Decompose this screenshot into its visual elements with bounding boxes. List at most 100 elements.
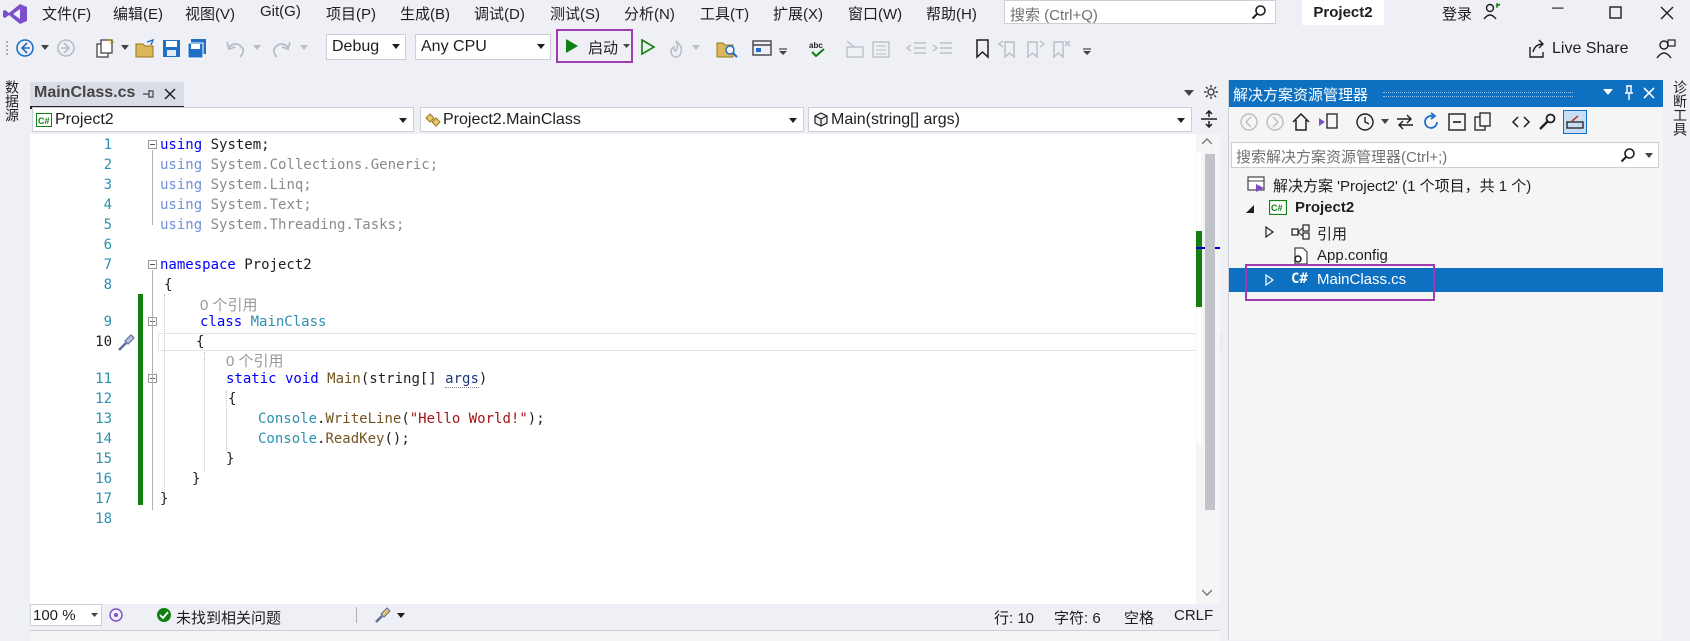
menu-edit[interactable]: 编辑(E) — [113, 3, 163, 24]
refresh-icon[interactable] — [1421, 112, 1441, 132]
cleanup-dropdown-icon[interactable] — [397, 613, 405, 619]
bookmark-icon[interactable] — [972, 39, 994, 59]
pin-icon[interactable] — [142, 88, 154, 100]
increase-indent-icon[interactable] — [932, 39, 954, 59]
intellicode-icon[interactable] — [108, 607, 124, 623]
collapse-toggle[interactable] — [148, 140, 157, 149]
menu-tools[interactable]: 工具(T) — [700, 3, 749, 24]
new-item-dropdown-icon[interactable] — [121, 45, 129, 51]
tree-item-project[interactable]: C# Project2 — [1229, 196, 1663, 220]
properties-wrench-icon[interactable] — [1537, 112, 1557, 132]
char-indicator[interactable]: 字符: 6 — [1054, 607, 1101, 628]
open-file-icon[interactable] — [135, 39, 157, 59]
undo-dropdown-icon[interactable] — [253, 45, 261, 51]
settings-gear-icon[interactable] — [1203, 84, 1219, 100]
solution-platform-dropdown[interactable]: Any CPU — [415, 34, 551, 60]
hot-reload-dropdown-icon[interactable] — [692, 45, 700, 51]
menu-build[interactable]: 生成(B) — [400, 3, 450, 24]
class-nav-dropdown[interactable]: Project2.MainClass — [420, 107, 804, 132]
code-editor[interactable]: 1 2 3 4 5 6 7 8 9 10 11 12 13 14 15 16 1… — [30, 134, 1222, 604]
menu-view[interactable]: 视图(V) — [185, 3, 235, 24]
zoom-dropdown[interactable]: 100 % — [30, 604, 102, 626]
close-tab-icon[interactable] — [164, 88, 176, 100]
menu-file[interactable]: 文件(F) — [42, 3, 91, 24]
member-nav-dropdown[interactable]: Main(string[] args) — [808, 107, 1192, 132]
tab-mainclass[interactable]: MainClass.cs — [30, 82, 184, 109]
maximize-button[interactable] — [1609, 6, 1623, 20]
menu-debug[interactable]: 调试(D) — [474, 3, 525, 24]
expanded-arrow-icon[interactable] — [1245, 205, 1255, 213]
window-position-dropdown-icon[interactable] — [1603, 89, 1613, 96]
account-icon[interactable] — [1482, 3, 1502, 21]
menu-analyze[interactable]: 分析(N) — [624, 3, 675, 24]
back-dropdown-icon[interactable] — [41, 45, 49, 51]
tab-list-dropdown-icon[interactable] — [1183, 89, 1195, 97]
reference-count-link[interactable]: 0 个引用 — [200, 294, 258, 315]
split-editor-icon[interactable] — [1200, 110, 1218, 128]
redo-dropdown-icon[interactable] — [300, 45, 308, 51]
decrease-indent-icon[interactable] — [906, 39, 928, 59]
quick-actions-brush-icon[interactable] — [116, 333, 136, 353]
filter-dropdown-icon[interactable] — [1381, 119, 1389, 125]
whitespace-indicator[interactable]: 空格 — [1124, 607, 1154, 628]
menu-help[interactable]: 帮助(H) — [926, 3, 977, 24]
switch-views-icon[interactable] — [1317, 112, 1339, 132]
spell-check-icon[interactable]: abc — [808, 39, 830, 59]
search-options-dropdown-icon[interactable] — [1645, 153, 1653, 159]
navigate-back-icon[interactable] — [14, 37, 36, 59]
solution-search-input[interactable]: 搜索解决方案资源管理器(Ctrl+;) — [1231, 142, 1659, 168]
preview-selected-items-button[interactable] — [1563, 110, 1587, 134]
project-nav-dropdown[interactable]: C# Project2 — [32, 107, 414, 132]
visual-studio-logo[interactable] — [2, 3, 28, 25]
collapse-all-icon[interactable] — [1447, 112, 1467, 132]
tree-item-references[interactable]: 引用 — [1229, 220, 1663, 244]
issues-status[interactable]: 未找到相关问题 — [176, 607, 281, 628]
forward-icon[interactable] — [1265, 112, 1285, 132]
start-debugging-button[interactable]: 启动 — [556, 29, 633, 63]
scroll-up-icon[interactable] — [1202, 138, 1212, 145]
quick-search-input[interactable]: 搜索 (Ctrl+Q) — [1004, 0, 1276, 24]
sync-with-document-icon[interactable] — [1395, 112, 1415, 132]
feedback-icon[interactable] — [1655, 38, 1677, 60]
menu-extensions[interactable]: 扩展(X) — [773, 3, 823, 24]
collapse-toggle[interactable] — [148, 260, 157, 269]
navigate-forward-icon[interactable] — [55, 37, 77, 59]
close-window-button[interactable] — [1660, 6, 1674, 20]
scroll-down-icon[interactable] — [1202, 589, 1212, 596]
vertical-scrollbar[interactable] — [1196, 134, 1220, 604]
reference-count-link[interactable]: 0 个引用 — [226, 350, 284, 371]
browser-link-icon[interactable] — [752, 39, 774, 59]
redo-icon[interactable] — [270, 39, 292, 59]
hot-reload-icon[interactable] — [666, 39, 688, 59]
view-code-icon[interactable] — [1511, 112, 1531, 132]
live-share-button[interactable]: Live Share — [1552, 40, 1629, 58]
menu-git[interactable]: Git(G) — [260, 3, 301, 20]
save-icon[interactable] — [161, 39, 183, 59]
solution-configuration-dropdown[interactable]: Debug — [326, 34, 406, 60]
find-in-files-icon[interactable] — [716, 39, 738, 59]
toolbar-overflow-icon[interactable] — [1083, 48, 1093, 56]
close-panel-icon[interactable] — [1643, 87, 1655, 99]
start-without-debugging-icon[interactable] — [640, 38, 656, 56]
next-bookmark-icon[interactable] — [1024, 39, 1046, 59]
previous-bookmark-icon[interactable] — [998, 39, 1020, 59]
show-all-files-icon[interactable] — [1473, 112, 1493, 132]
save-all-icon[interactable] — [187, 39, 209, 59]
menu-test[interactable]: 测试(S) — [550, 3, 600, 24]
back-icon[interactable] — [1239, 112, 1259, 132]
menu-window[interactable]: 窗口(W) — [848, 3, 902, 24]
scrollbar-thumb[interactable] — [1205, 154, 1215, 510]
live-share-icon[interactable] — [1527, 39, 1547, 59]
home-icon[interactable] — [1291, 112, 1311, 132]
comment-out-icon[interactable] — [844, 39, 866, 59]
clear-bookmarks-icon[interactable] — [1050, 39, 1072, 59]
minimize-button[interactable]: ─ — [1552, 0, 1563, 18]
data-sources-tab[interactable]: 数据源 — [2, 80, 22, 122]
login-link[interactable]: 登录 — [1442, 3, 1472, 24]
toolbar-options-icon[interactable] — [779, 48, 789, 56]
new-project-icon[interactable] — [94, 39, 116, 59]
undo-icon[interactable] — [225, 39, 247, 59]
code-cleanup-brush-icon[interactable] — [374, 606, 392, 624]
tree-item-solution[interactable]: 解决方案 'Project2' (1 个项目，共 1 个) — [1229, 172, 1663, 196]
auto-hide-pin-icon[interactable] — [1623, 85, 1635, 101]
